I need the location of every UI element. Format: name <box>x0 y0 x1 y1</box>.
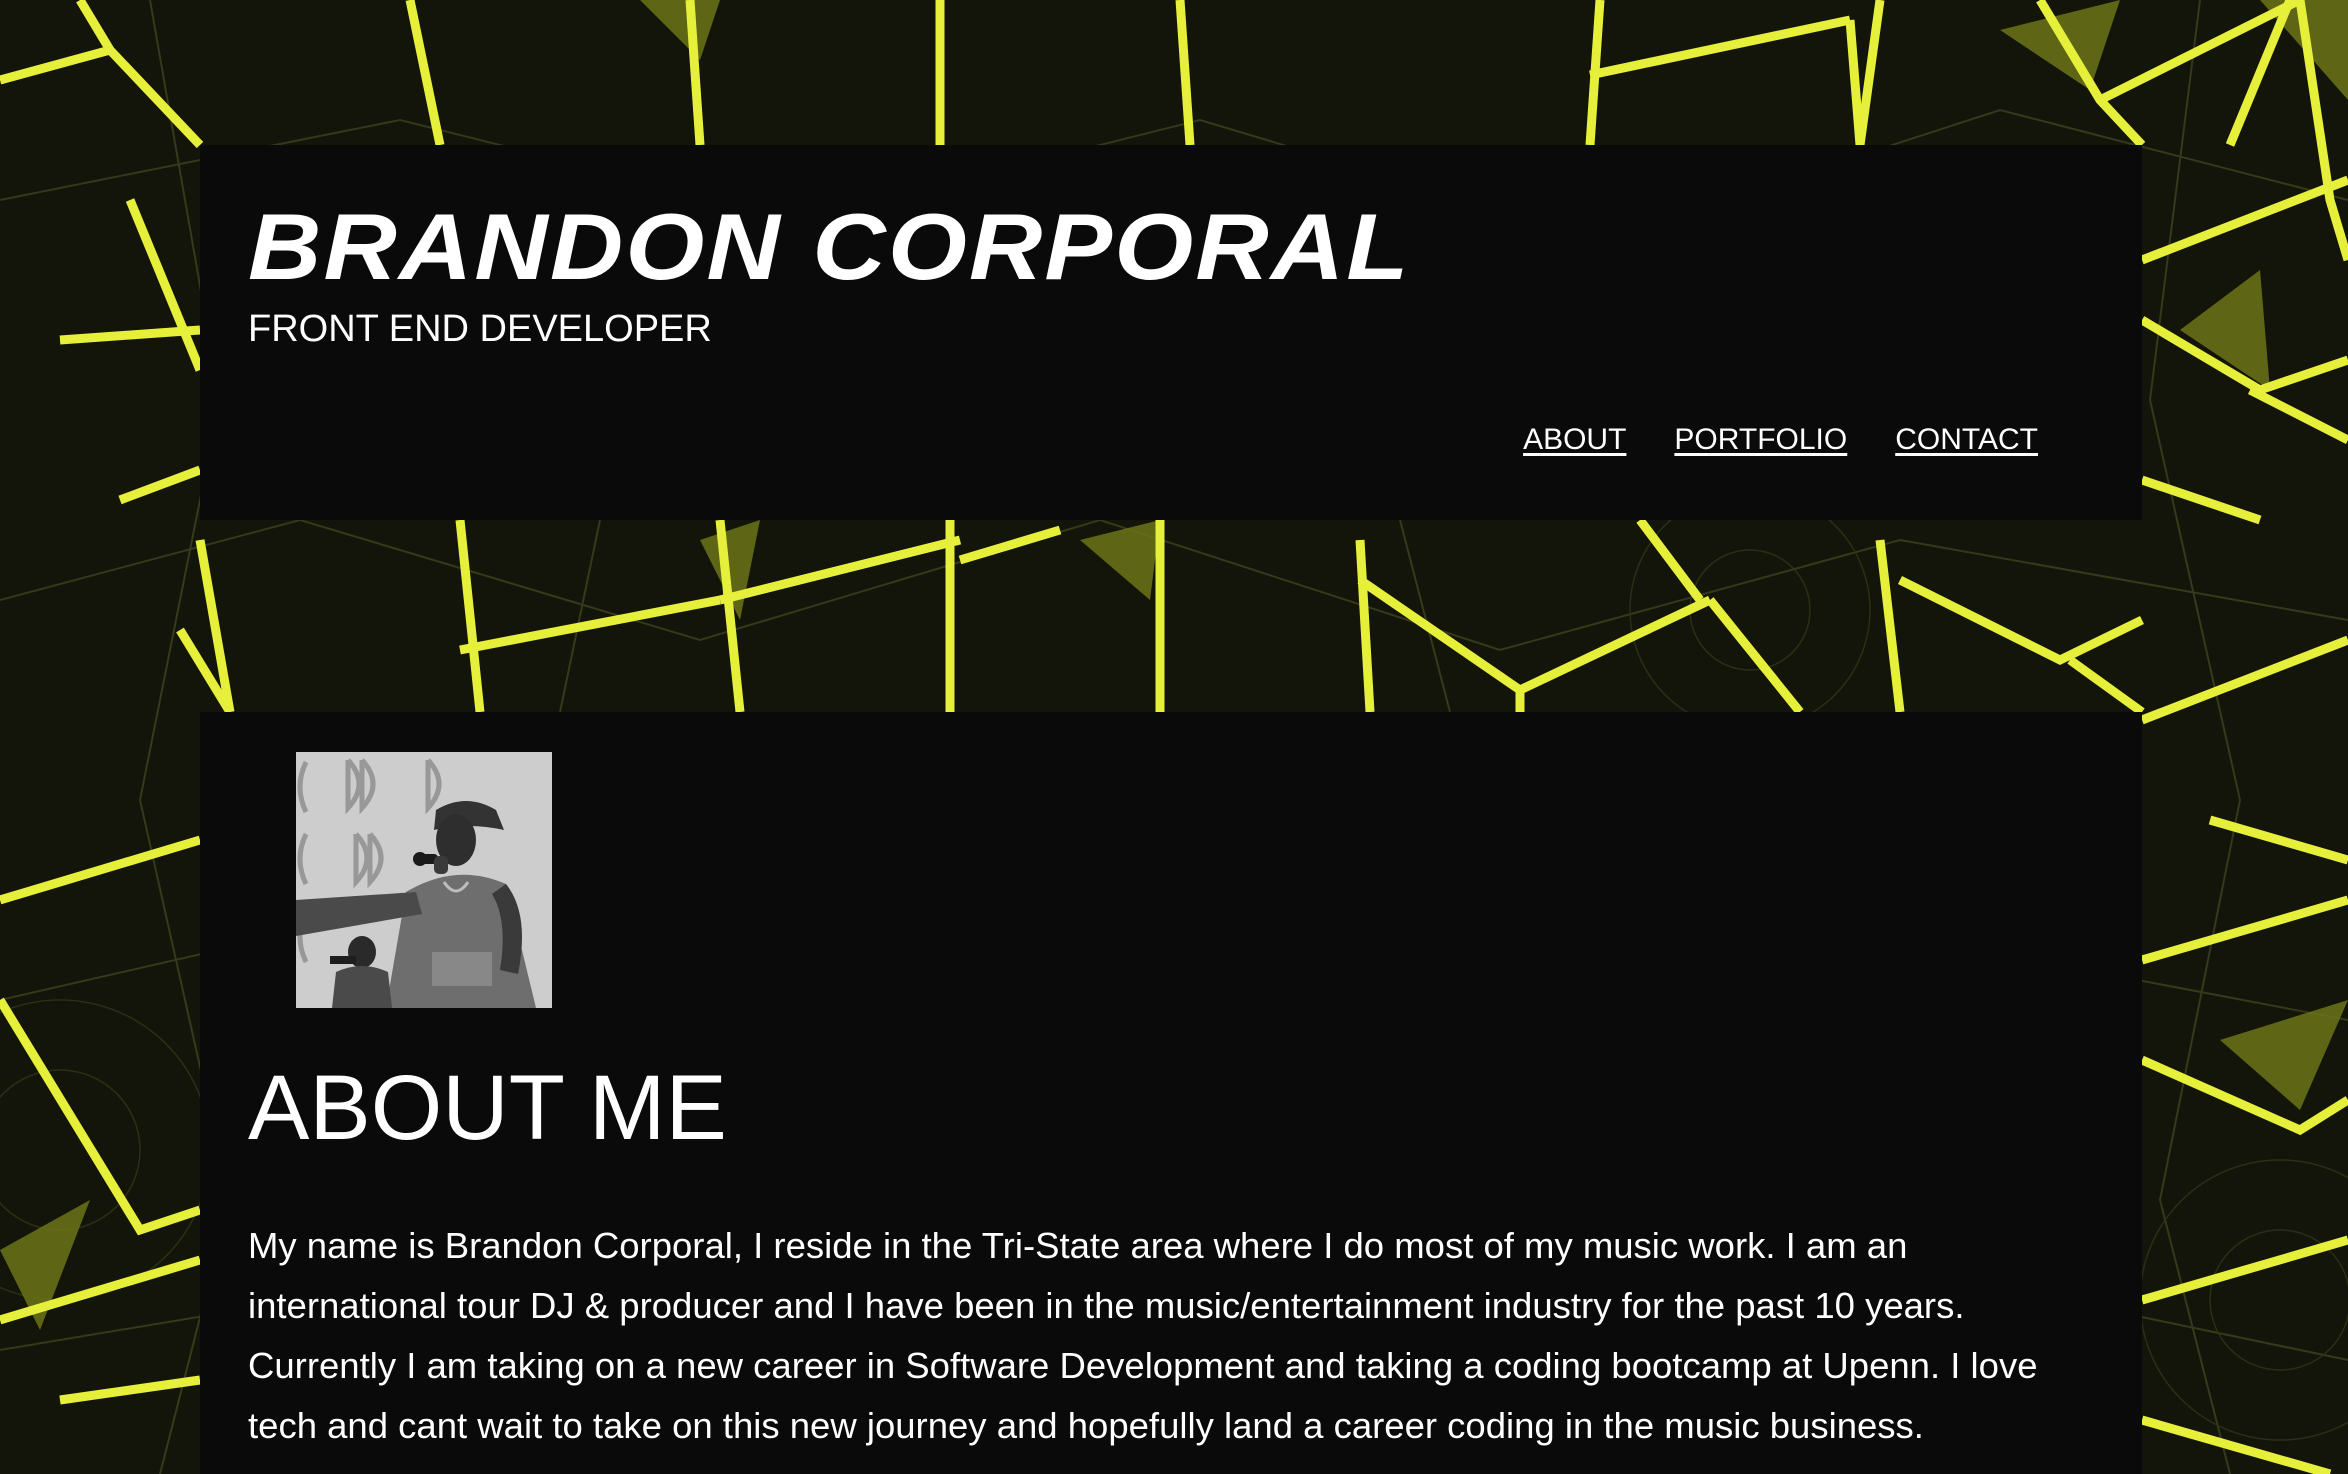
about-section: ABOUT ME My name is Brandon Corporal, I … <box>200 712 2142 1474</box>
site-subtitle: FRONT END DEVELOPER <box>248 308 712 350</box>
nav-link-contact[interactable]: CONTACT <box>1895 422 2038 458</box>
main-nav: ABOUT PORTFOLIO CONTACT <box>1523 422 2038 458</box>
nav-link-portfolio[interactable]: PORTFOLIO <box>1674 422 1847 458</box>
about-heading: ABOUT ME <box>248 1057 727 1159</box>
site-header: BRANDON CORPORAL FRONT END DEVELOPER ABO… <box>200 145 2142 520</box>
nav-link-about[interactable]: ABOUT <box>1523 422 1626 458</box>
site-title: BRANDON CORPORAL <box>248 194 1411 299</box>
profile-photo <box>296 752 552 1008</box>
about-paragraph: My name is Brandon Corporal, I reside in… <box>248 1225 2038 1446</box>
